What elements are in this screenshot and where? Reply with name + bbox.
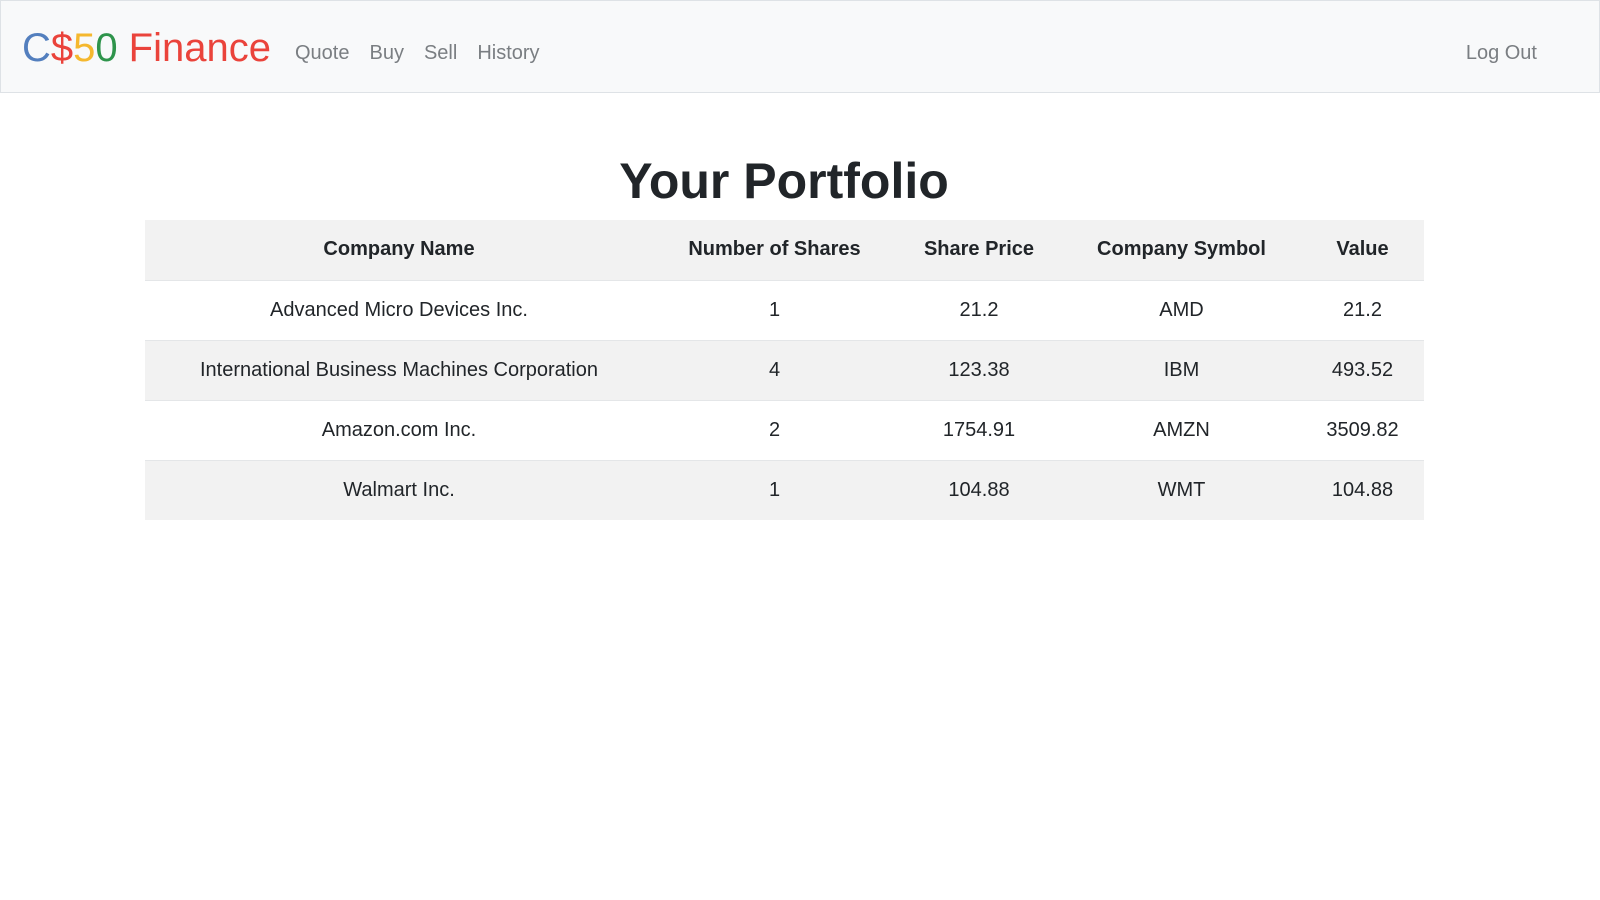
column-header-number-of-shares: Number of Shares: [653, 220, 896, 280]
brand-finance-word: Finance: [128, 26, 271, 70]
table-header: Company Name Number of Shares Share Pric…: [145, 220, 1424, 280]
nav-link-history[interactable]: History: [477, 39, 539, 67]
column-header-company-symbol: Company Symbol: [1062, 220, 1301, 280]
nav-link-sell[interactable]: Sell: [424, 39, 457, 67]
cell-share-price: 123.38: [896, 339, 1062, 400]
cell-share-price: 104.88: [896, 459, 1062, 520]
cell-number-of-shares: 1: [653, 459, 896, 520]
cell-company-name: Amazon.com Inc.: [145, 399, 653, 460]
column-header-value: Value: [1301, 220, 1424, 280]
cell-number-of-shares: 1: [653, 279, 896, 340]
nav-link-quote[interactable]: Quote: [295, 39, 349, 67]
cell-company-name: Walmart Inc.: [145, 459, 653, 520]
nav-links: Quote Buy Sell History: [295, 39, 560, 67]
cell-company-symbol: WMT: [1062, 459, 1301, 520]
brand-digit-0: 0: [95, 26, 118, 70]
page-title: Your Portfolio: [619, 153, 949, 209]
cell-value: 21.2: [1301, 279, 1424, 340]
cell-company-symbol: AMZN: [1062, 399, 1301, 460]
table-row: Walmart Inc. 1 104.88 WMT 104.88: [145, 459, 1424, 520]
table-row: Amazon.com Inc. 2 1754.91 AMZN 3509.82: [145, 399, 1424, 460]
cell-share-price: 1754.91: [896, 399, 1062, 460]
portfolio-table: Company Name Number of Shares Share Pric…: [145, 220, 1424, 520]
brand-logo-link[interactable]: C$50 Finance: [22, 23, 271, 73]
cell-company-name: Advanced Micro Devices Inc.: [145, 279, 653, 340]
cell-company-symbol: IBM: [1062, 339, 1301, 400]
cell-number-of-shares: 4: [653, 339, 896, 400]
table-body: Advanced Micro Devices Inc. 1 21.2 AMD 2…: [145, 279, 1424, 520]
cell-value: 104.88: [1301, 459, 1424, 520]
navbar: C$50 Finance Quote Buy Sell History Log O…: [0, 0, 1600, 93]
table-row: International Business Machines Corporat…: [145, 339, 1424, 400]
nav-link-buy[interactable]: Buy: [369, 39, 403, 67]
brand-dollar-sign: $: [50, 26, 74, 70]
table-row: Advanced Micro Devices Inc. 1 21.2 AMD 2…: [145, 279, 1424, 340]
cell-share-price: 21.2: [896, 279, 1062, 340]
cell-company-name: International Business Machines Corporat…: [145, 339, 653, 400]
cell-value: 493.52: [1301, 339, 1424, 400]
column-header-company-name: Company Name: [145, 220, 653, 280]
cell-number-of-shares: 2: [653, 399, 896, 460]
column-header-share-price: Share Price: [896, 220, 1062, 280]
table-header-row: Company Name Number of Shares Share Pric…: [145, 220, 1424, 280]
brand-digit-5: 5: [73, 26, 96, 70]
cell-value: 3509.82: [1301, 399, 1424, 460]
cell-company-symbol: AMD: [1062, 279, 1301, 340]
logout-link[interactable]: Log Out: [1466, 39, 1537, 67]
brand-letter-c: C: [22, 26, 51, 70]
